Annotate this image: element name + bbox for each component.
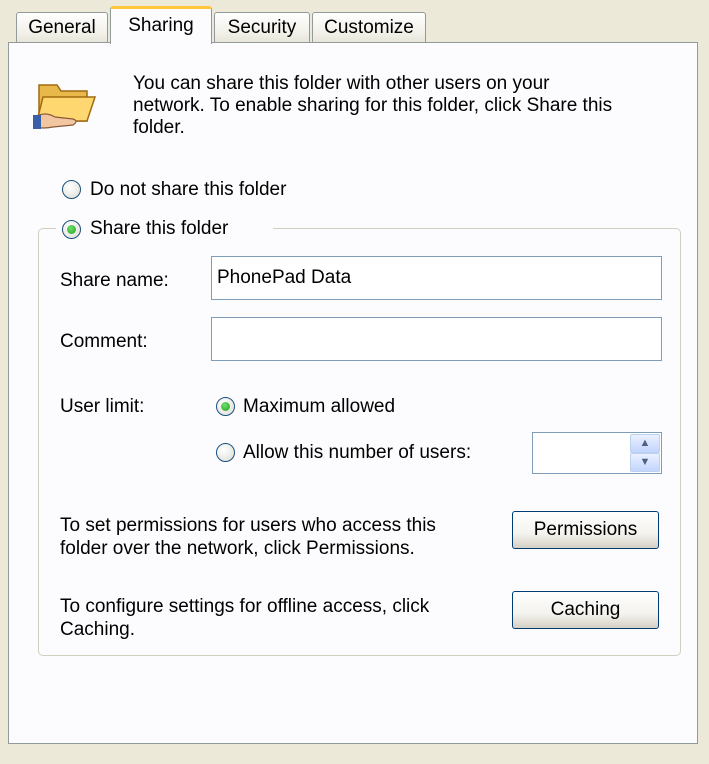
spin-down-button[interactable]: ▼ xyxy=(630,453,660,472)
intro-line-2: network. To enable sharing for this fold… xyxy=(133,95,613,116)
permissions-line-2: folder over the network, click Permissio… xyxy=(60,538,415,559)
do-not-share-radio[interactable] xyxy=(62,180,81,199)
do-not-share-label[interactable]: Do not share this folder xyxy=(90,179,286,201)
share-name-input[interactable]: PhonePad Data xyxy=(211,256,662,300)
user-limit-label: User limit: xyxy=(60,396,145,417)
share-this-folder-radio[interactable] xyxy=(62,220,81,239)
permissions-line-1: To set permissions for users who access … xyxy=(60,515,436,536)
caching-line-2: Caching. xyxy=(60,619,135,640)
comment-label: Comment: xyxy=(60,331,148,352)
maximum-allowed-label[interactable]: Maximum allowed xyxy=(243,396,395,418)
user-count-spinner[interactable]: ▲ ▼ xyxy=(532,432,662,474)
arrow-down-icon: ▼ xyxy=(639,456,651,468)
share-name-label: Share name: xyxy=(60,270,169,291)
permissions-text: To set permissions for users who access … xyxy=(60,514,436,560)
comment-input[interactable] xyxy=(211,317,662,361)
caching-button[interactable]: Caching xyxy=(512,591,659,629)
maximum-allowed-radio[interactable] xyxy=(216,397,235,416)
tab-security[interactable]: Security xyxy=(214,12,310,42)
permissions-button[interactable]: Permissions xyxy=(512,511,659,549)
allow-number-radio[interactable] xyxy=(216,443,235,462)
share-this-folder-label[interactable]: Share this folder xyxy=(90,218,228,240)
intro-line-3: folder. xyxy=(133,117,185,138)
caching-line-1: To configure settings for offline access… xyxy=(60,596,430,617)
arrow-up-icon: ▲ xyxy=(639,437,651,449)
spin-up-button[interactable]: ▲ xyxy=(630,434,660,453)
tab-customize[interactable]: Customize xyxy=(312,12,426,42)
intro-line-1: You can share this folder with other use… xyxy=(133,73,550,94)
tab-sharing[interactable]: Sharing xyxy=(110,6,212,44)
tab-general[interactable]: General xyxy=(16,12,108,42)
folder-share-icon xyxy=(33,71,103,137)
share-group-header: Share this folder xyxy=(56,216,273,242)
allow-number-label[interactable]: Allow this number of users: xyxy=(243,442,471,464)
caching-text: To configure settings for offline access… xyxy=(60,595,429,641)
intro-text: You can share this folder with other use… xyxy=(133,73,693,139)
